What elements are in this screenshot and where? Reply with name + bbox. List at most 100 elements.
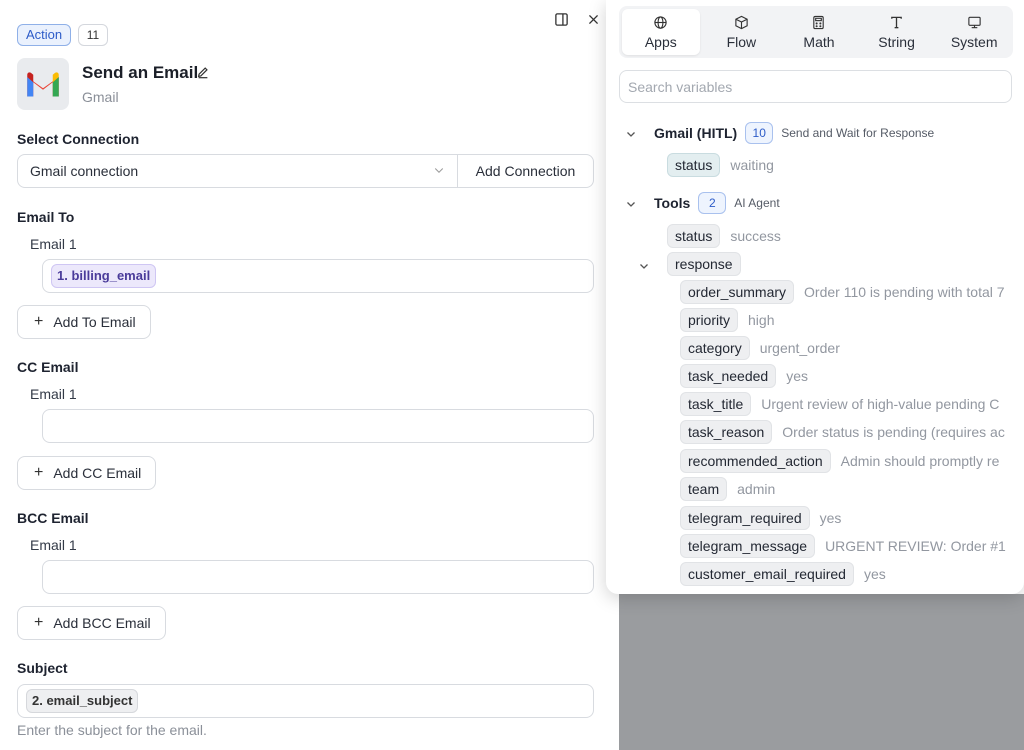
monitor-icon: [967, 16, 981, 28]
variable-row[interactable]: status waiting: [667, 153, 774, 177]
action-app-name: Gmail: [82, 89, 119, 105]
variable-key[interactable]: team: [680, 477, 728, 501]
add-cc-email-button[interactable]: + Add CC Email: [17, 456, 157, 490]
chevron-down-icon[interactable]: [625, 127, 637, 139]
add-bcc-email-label: Add BCC Email: [53, 615, 151, 631]
variable-row[interactable]: priority high: [680, 308, 774, 332]
sidebar-toggle-icon[interactable]: [552, 10, 570, 28]
tab-math-label: Math: [803, 33, 835, 50]
variable-value: high: [748, 312, 775, 328]
close-icon[interactable]: [584, 10, 602, 28]
variable-row[interactable]: recommended_action Admin should promptly…: [680, 449, 999, 473]
action-config-panel: Action 11 Send an Email Gmail Select Con…: [0, 0, 606, 750]
variable-value: Order status is pending (requires ac: [782, 424, 1005, 440]
subject-hint: Enter the subject for the email.: [17, 722, 207, 738]
tab-apps[interactable]: Apps: [622, 9, 700, 55]
chevron-down-icon[interactable]: [638, 259, 650, 271]
gmail-logo: [17, 58, 69, 110]
variable-key[interactable]: recommended_action: [680, 449, 831, 473]
group-step-badge: 10: [745, 122, 774, 144]
plus-icon: +: [34, 614, 44, 631]
tab-math[interactable]: Math: [780, 6, 858, 58]
connection-select-value: Gmail connection: [30, 163, 139, 179]
add-bcc-email-button[interactable]: + Add BCC Email: [17, 606, 166, 640]
variable-value: yes: [819, 510, 842, 526]
tab-flow[interactable]: Flow: [703, 6, 781, 58]
connection-select[interactable]: Gmail connection: [17, 154, 458, 188]
variable-value: admin: [737, 481, 776, 497]
variable-row[interactable]: telegram_message URGENT REVIEW: Order #1: [680, 534, 1006, 558]
bcc-email-input[interactable]: [42, 560, 594, 594]
variable-chip[interactable]: 1. billing_email: [51, 264, 157, 288]
plus-icon: +: [34, 313, 44, 330]
variable-row[interactable]: category urgent_order: [680, 336, 840, 360]
action-title: Send an Email: [82, 63, 199, 82]
connection-label: Select Connection: [17, 131, 140, 147]
group-description: AI Agent: [734, 196, 780, 210]
tab-apps-label: Apps: [644, 33, 677, 50]
chevron-down-icon: [433, 163, 445, 179]
group-gmail-hitl[interactable]: Gmail (HITL) 10 Send and Wait for Respon…: [654, 122, 934, 144]
cc-email-item-label: Email 1: [30, 386, 77, 402]
variable-value: Urgent review of high-value pending C: [761, 396, 1000, 412]
variable-key[interactable]: task_title: [680, 392, 752, 416]
calculator-icon: [813, 15, 825, 29]
group-description: Send and Wait for Response: [781, 126, 935, 140]
email-to-input[interactable]: 1. billing_email: [42, 259, 594, 293]
add-connection-button[interactable]: Add Connection: [458, 154, 594, 188]
variable-value: waiting: [730, 157, 774, 173]
globe-icon: [654, 15, 667, 29]
variable-key[interactable]: order_summary: [680, 280, 795, 304]
variable-key[interactable]: status: [667, 224, 721, 248]
tab-system-label: System: [950, 33, 998, 50]
variable-key[interactable]: telegram_required: [680, 506, 810, 530]
variable-chip[interactable]: 2. email_subject: [26, 689, 139, 713]
variable-value: urgent_order: [759, 340, 840, 356]
panel-controls: [552, 10, 602, 28]
variable-row[interactable]: status success: [667, 224, 781, 248]
tab-string-label: String: [878, 33, 915, 50]
bcc-email-label: BCC Email: [17, 510, 89, 526]
tab-system[interactable]: System: [935, 6, 1013, 58]
cc-email-label: CC Email: [17, 359, 79, 375]
variable-value: yes: [786, 368, 808, 384]
variable-row[interactable]: telegram_required yes: [680, 506, 841, 530]
email-to-item-label: Email 1: [30, 236, 77, 252]
variable-row[interactable]: task_needed yes: [680, 364, 808, 388]
variable-key[interactable]: telegram_message: [680, 534, 816, 558]
variable-key[interactable]: task_reason: [680, 420, 773, 444]
group-step-badge: 2: [698, 192, 727, 214]
search-variables-input[interactable]: [619, 70, 1012, 103]
cc-email-input[interactable]: [42, 409, 594, 443]
group-name: Gmail (HITL): [654, 125, 738, 141]
subject-input[interactable]: 2. email_subject: [17, 684, 594, 718]
variable-key[interactable]: task_needed: [680, 364, 777, 388]
variable-row-response[interactable]: response: [667, 252, 741, 276]
cube-icon: [735, 15, 748, 29]
edit-pencil-icon[interactable]: [196, 65, 210, 84]
variable-row[interactable]: customer_email_required yes: [680, 562, 886, 586]
variable-row[interactable]: order_summary Order 110 is pending with …: [680, 280, 1005, 304]
variable-key[interactable]: response: [667, 252, 741, 276]
variable-row[interactable]: task_title Urgent review of high-value p…: [680, 392, 999, 416]
plus-icon: +: [34, 464, 44, 481]
variable-key[interactable]: category: [680, 336, 750, 360]
text-icon: [891, 16, 902, 28]
variable-row[interactable]: task_reason Order status is pending (req…: [680, 420, 1005, 444]
group-tools[interactable]: Tools 2 AI Agent: [654, 192, 780, 214]
chevron-down-icon[interactable]: [625, 197, 637, 209]
canvas-background: [619, 594, 1024, 750]
subject-label: Subject: [17, 660, 68, 676]
group-name: Tools: [654, 195, 691, 211]
variable-value: Admin should promptly re: [840, 453, 1000, 469]
add-to-email-button[interactable]: + Add To Email: [17, 305, 151, 339]
variable-picker-popover: Apps Flow Math String System Gmail (HITL…: [606, 0, 1024, 594]
variable-category-tabs: Apps Flow Math String System: [619, 6, 1013, 58]
tab-flow-label: Flow: [726, 33, 757, 50]
variable-row[interactable]: team admin: [680, 477, 775, 501]
variable-key[interactable]: customer_email_required: [680, 562, 854, 586]
variable-key[interactable]: priority: [680, 308, 739, 332]
variable-key[interactable]: status: [667, 153, 721, 177]
variable-value: success: [730, 228, 781, 244]
tab-string[interactable]: String: [858, 6, 936, 58]
